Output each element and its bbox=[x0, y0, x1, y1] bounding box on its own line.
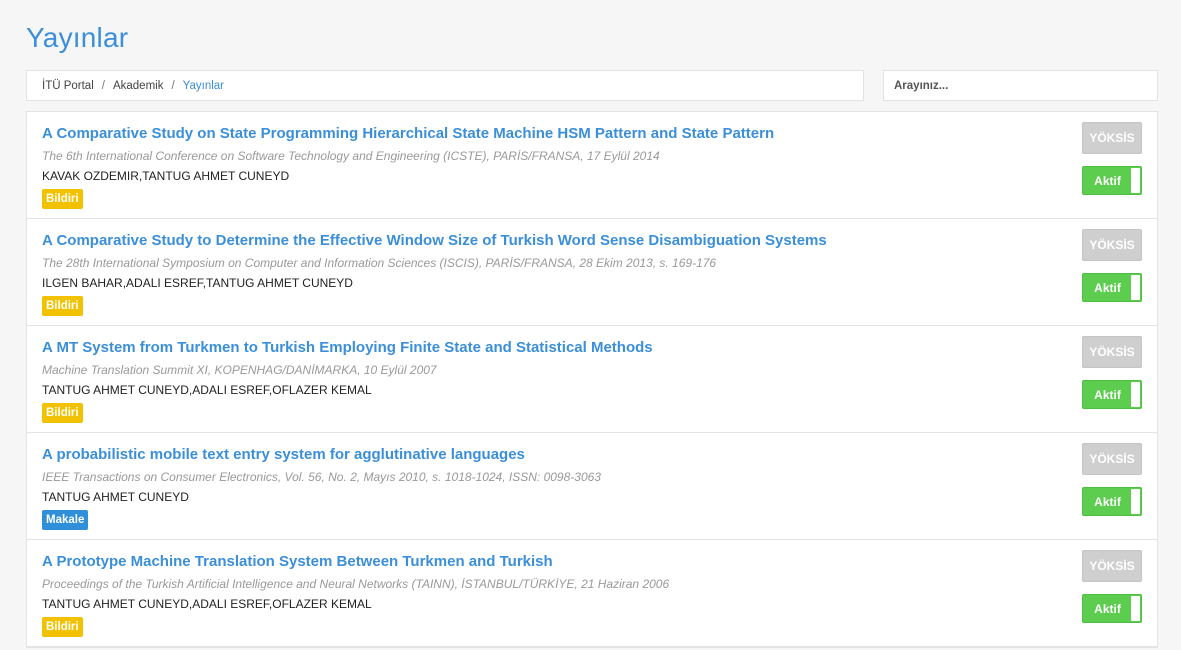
publication-item: A Comparative Study on State Programming… bbox=[27, 112, 1157, 219]
breadcrumb-item-current: Yayınlar bbox=[182, 79, 225, 92]
toggle-knob bbox=[1131, 596, 1140, 621]
publication-type-badge: Makale bbox=[42, 510, 89, 530]
publication-type-badge: Bildiri bbox=[42, 189, 83, 209]
publication-title[interactable]: A Comparative Study on State Programming… bbox=[42, 125, 774, 142]
toggle-label: Aktif bbox=[1094, 601, 1121, 616]
breadcrumb-item-portal[interactable]: İTÜ Portal bbox=[42, 80, 94, 92]
toggle-knob bbox=[1131, 168, 1140, 193]
toggle-label: Aktif bbox=[1094, 387, 1121, 402]
publication-venue: The 6th International Conference on Soft… bbox=[42, 149, 660, 163]
publication-title[interactable]: A probabilistic mobile text entry system… bbox=[42, 446, 525, 463]
breadcrumb-separator: / bbox=[101, 79, 105, 92]
publication-authors: ILGEN BAHAR,ADALI ESREF,TANTUG AHMET CUN… bbox=[42, 276, 353, 290]
publication-item: A Prototype Machine Translation System B… bbox=[27, 540, 1157, 647]
active-toggle[interactable]: Aktif bbox=[1082, 487, 1142, 516]
page-title: Yayınlar bbox=[26, 22, 129, 53]
publication-title[interactable]: A Comparative Study to Determine the Eff… bbox=[42, 232, 827, 249]
yoksis-button[interactable]: YÖKSİS bbox=[1082, 550, 1142, 582]
publication-item: A probabilistic mobile text entry system… bbox=[27, 433, 1157, 540]
publication-title[interactable]: A Prototype Machine Translation System B… bbox=[42, 553, 553, 570]
publication-item: A Comparative Study to Determine the Eff… bbox=[27, 219, 1157, 326]
yoksis-button[interactable]: YÖKSİS bbox=[1082, 229, 1142, 261]
publication-type-badge: Bildiri bbox=[42, 296, 83, 316]
yoksis-button[interactable]: YÖKSİS bbox=[1082, 336, 1142, 368]
active-toggle[interactable]: Aktif bbox=[1082, 594, 1142, 623]
publication-venue: IEEE Transactions on Consumer Electronic… bbox=[42, 470, 601, 484]
yoksis-button[interactable]: YÖKSİS bbox=[1082, 122, 1142, 154]
toggle-label: Aktif bbox=[1094, 280, 1121, 295]
publication-venue: The 28th International Symposium on Comp… bbox=[42, 256, 717, 270]
publication-list: A Comparative Study on State Programming… bbox=[26, 111, 1158, 648]
toggle-label: Aktif bbox=[1094, 494, 1121, 509]
active-toggle[interactable]: Aktif bbox=[1082, 166, 1142, 195]
toggle-knob bbox=[1131, 382, 1140, 407]
toggle-knob bbox=[1131, 489, 1140, 514]
publication-title[interactable]: A MT System from Turkmen to Turkish Empl… bbox=[42, 339, 653, 356]
search-input[interactable] bbox=[883, 70, 1158, 101]
active-toggle[interactable]: Aktif bbox=[1082, 380, 1142, 409]
publication-venue: Proceedings of the Turkish Artificial In… bbox=[42, 577, 670, 591]
publication-item: A MT System from Turkmen to Turkish Empl… bbox=[27, 326, 1157, 433]
publication-authors: KAVAK OZDEMIR,TANTUG AHMET CUNEYD bbox=[42, 169, 290, 183]
breadcrumb: İTÜ Portal / Akademik / Yayınlar bbox=[26, 70, 864, 101]
active-toggle[interactable]: Aktif bbox=[1082, 273, 1142, 302]
publication-authors: TANTUG AHMET CUNEYD,ADALI ESREF,OFLAZER … bbox=[42, 597, 372, 611]
toggle-label: Aktif bbox=[1094, 173, 1121, 188]
publication-type-badge: Bildiri bbox=[42, 617, 83, 637]
publication-type-badge: Bildiri bbox=[42, 403, 83, 423]
breadcrumb-separator: / bbox=[171, 79, 175, 92]
publication-authors: TANTUG AHMET CUNEYD,ADALI ESREF,OFLAZER … bbox=[42, 383, 372, 397]
toggle-knob bbox=[1131, 275, 1140, 300]
yoksis-button[interactable]: YÖKSİS bbox=[1082, 443, 1142, 475]
publication-venue: Machine Translation Summit XI, KOPENHAG/… bbox=[42, 363, 437, 377]
page: Yayınlar İTÜ Portal / Akademik / Yayınla… bbox=[0, 0, 1181, 650]
publication-authors: TANTUG AHMET CUNEYD bbox=[42, 490, 189, 504]
breadcrumb-item-akademik[interactable]: Akademik bbox=[113, 80, 164, 92]
